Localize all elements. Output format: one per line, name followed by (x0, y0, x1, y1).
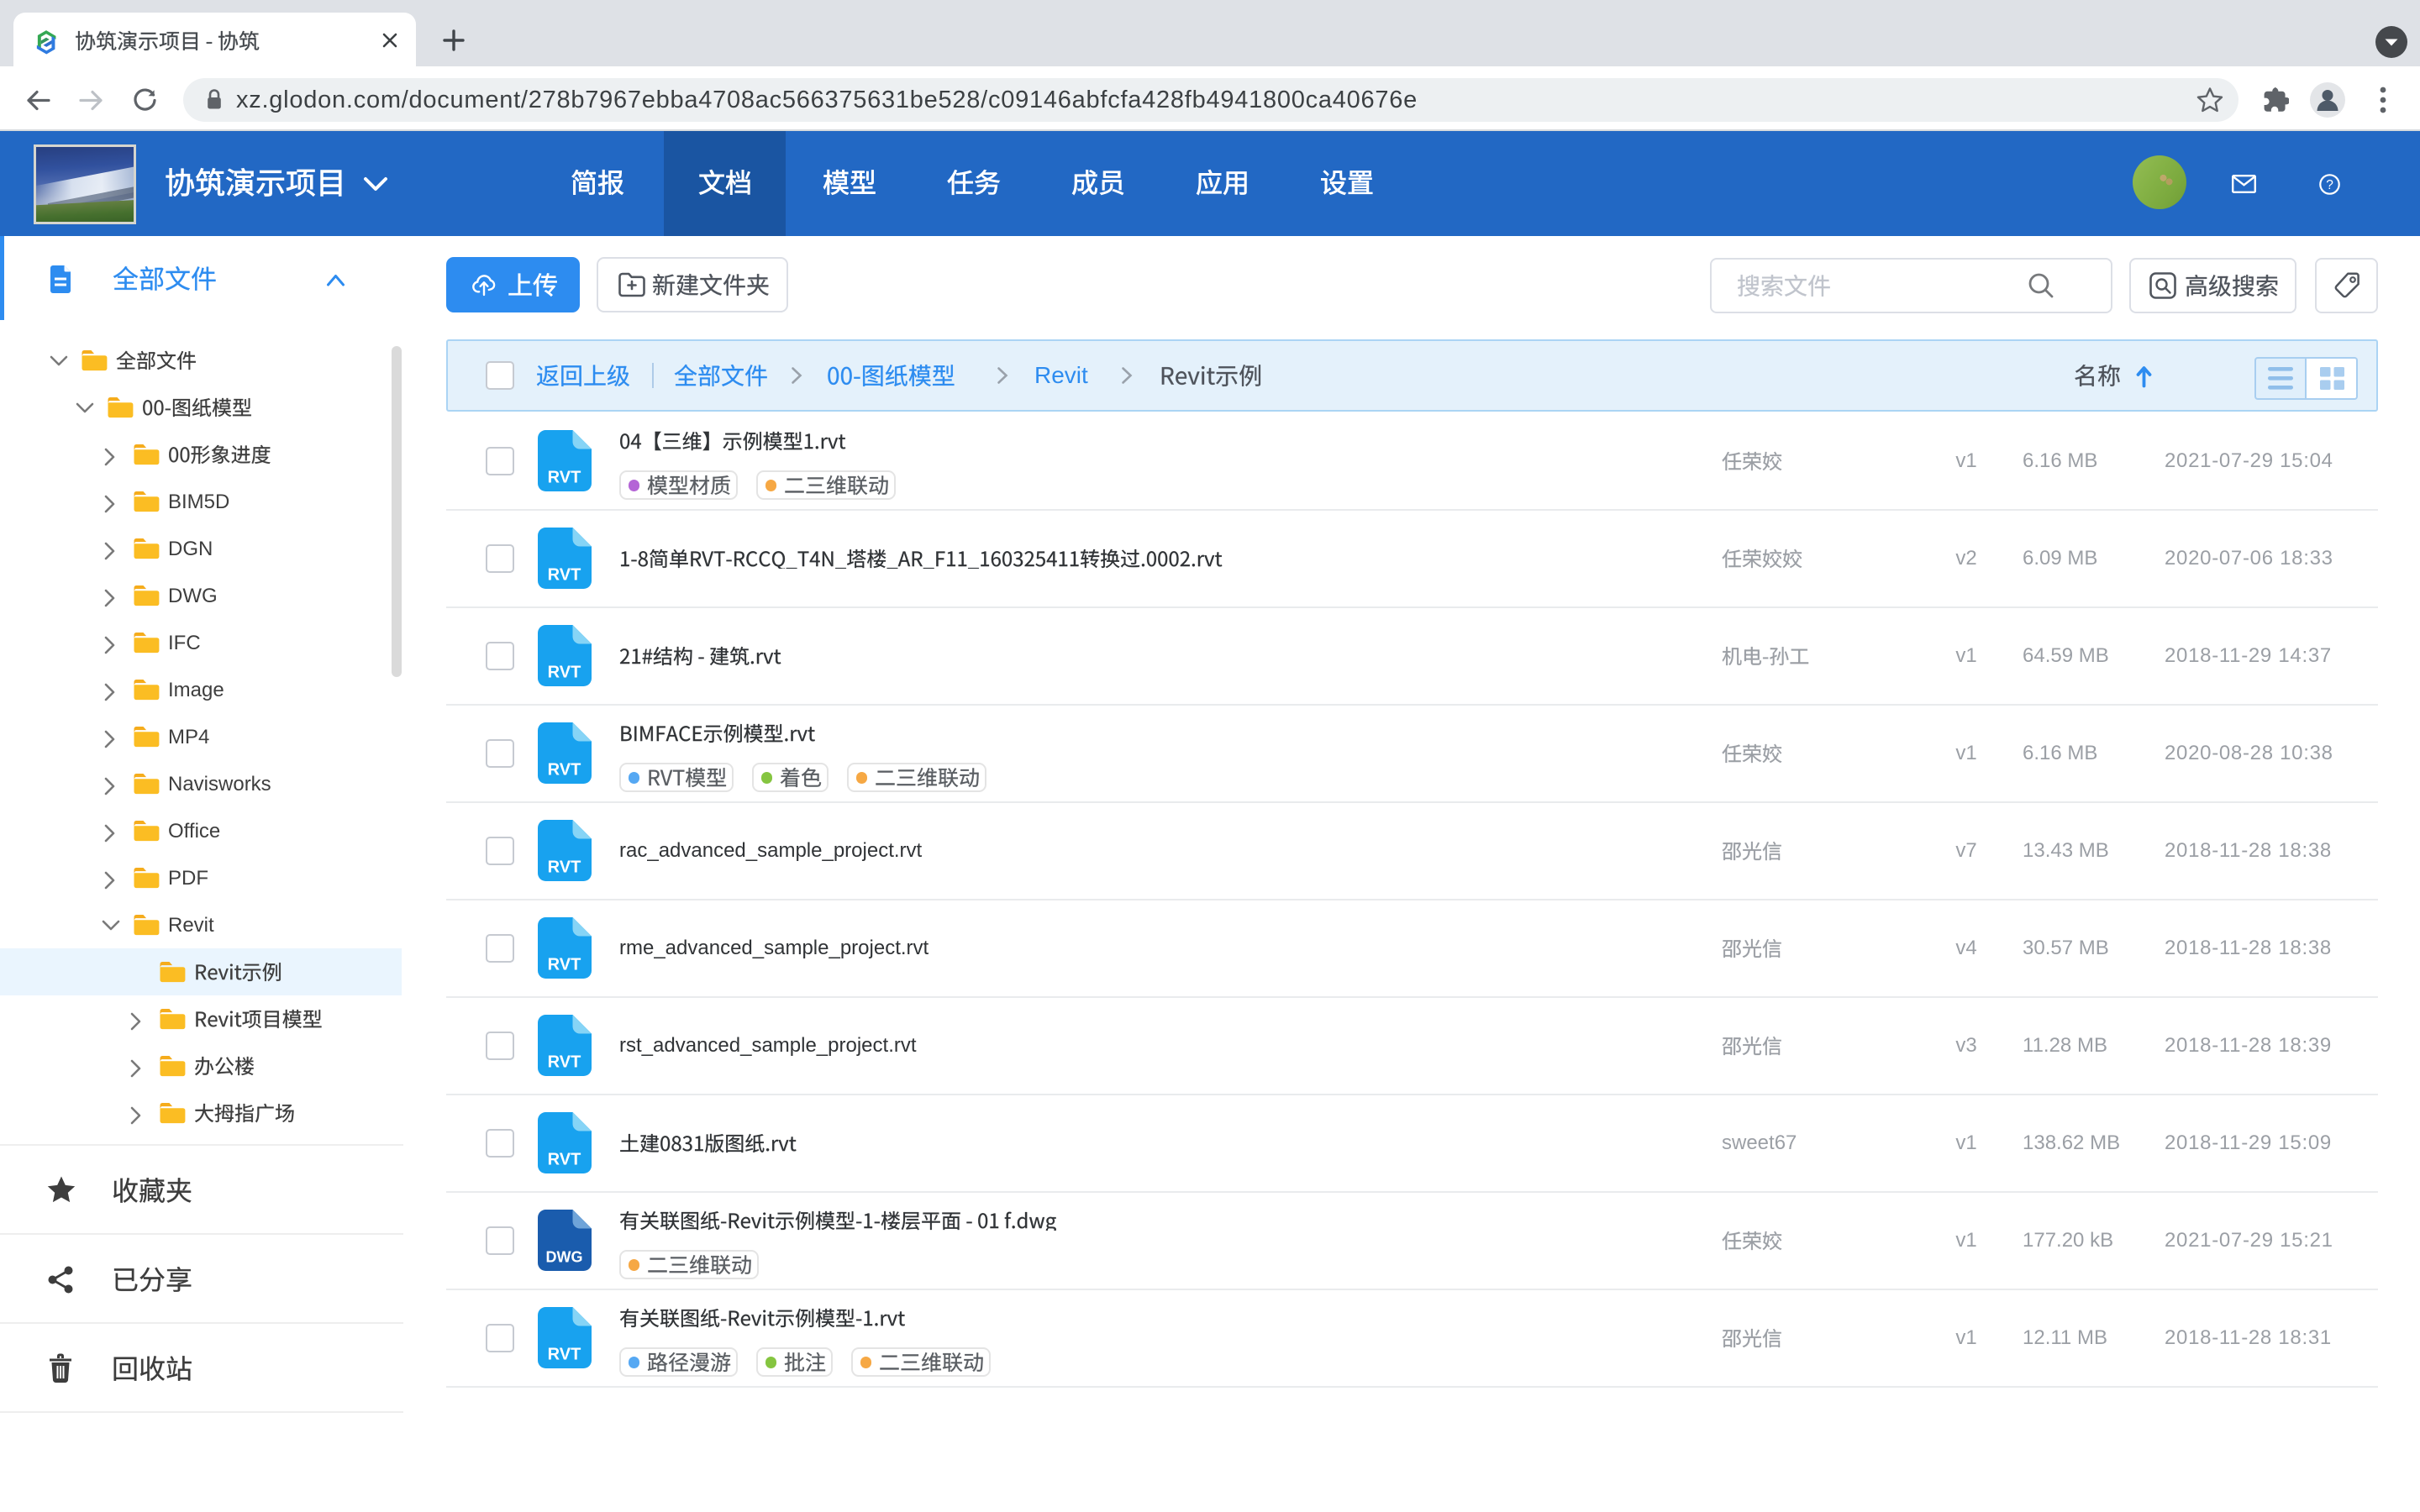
svg-text:RVT: RVT (548, 1053, 581, 1072)
svg-text:DWG: DWG (546, 1249, 583, 1266)
svg-text:?: ? (2326, 178, 2333, 192)
svg-text:RVT: RVT (548, 1151, 581, 1169)
svg-text:RVT: RVT (548, 858, 581, 877)
svg-text:RVT: RVT (548, 566, 581, 585)
svg-text:RVT: RVT (548, 1346, 581, 1364)
svg-text:RVT: RVT (548, 469, 581, 487)
svg-text:RVT: RVT (548, 761, 581, 780)
svg-text:RVT: RVT (548, 956, 581, 974)
svg-text:RVT: RVT (548, 664, 581, 682)
